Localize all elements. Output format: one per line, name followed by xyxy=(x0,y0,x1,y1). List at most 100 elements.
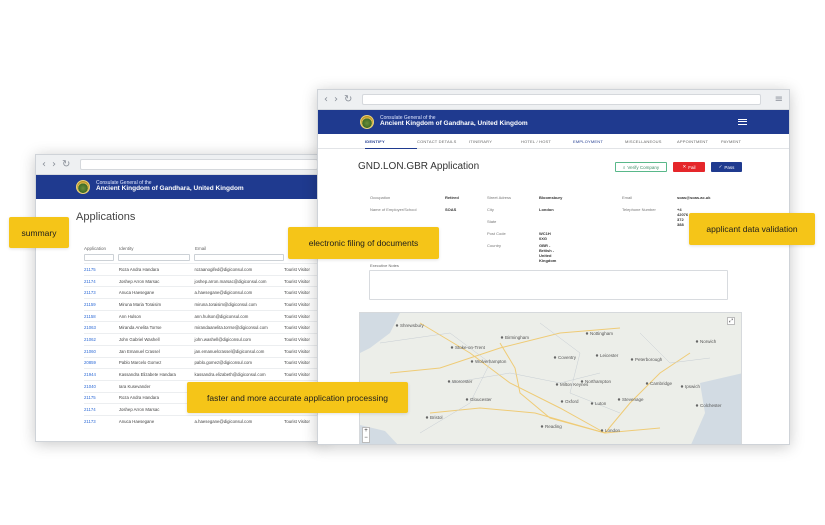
street-value: Bloomsbury xyxy=(539,195,563,200)
tab-contact-details[interactable]: CONTACT DETAILS xyxy=(417,139,469,144)
city-label: Stevenage xyxy=(622,397,644,402)
city-label: Milton Keynes xyxy=(560,382,589,387)
applicant-name: Iara Kusevander xyxy=(118,383,151,389)
application-id-link[interactable]: 21174 xyxy=(84,407,119,412)
table-row[interactable]: 21062 John Gabriel Washell john.washell@di… xyxy=(84,333,324,345)
table-row[interactable]: 20859 Pablo Marcelo Gomez pablo.gomez@digi… xyxy=(84,356,324,369)
table-row[interactable]: 21063 Miranda Anelita Torrse mirandaanelit… xyxy=(84,321,324,333)
back-icon[interactable]: ‹ xyxy=(324,94,328,105)
reload-icon[interactable]: ↻ xyxy=(62,159,70,170)
city-label: Nottingham xyxy=(590,331,613,336)
email-value: soas@soas.ac.uk xyxy=(677,195,711,200)
page-title: Applications xyxy=(76,211,136,223)
location-map[interactable]: Shrewsbury Stoke-on-Trent Birmingham Covent… xyxy=(359,312,742,444)
zoom-in-button[interactable]: + xyxy=(363,428,369,435)
applicant-email: john.washell@digiconsul.com xyxy=(194,336,251,342)
tab-hotel-host[interactable]: HOTEL / HOST xyxy=(521,139,573,144)
identity-filter-input[interactable] xyxy=(118,253,190,261)
table-row[interactable]: 21173 Anuca Haesegane a.haesegane@digicons… xyxy=(84,414,324,427)
close-icon: ✕ xyxy=(682,164,687,169)
tab-payment[interactable]: PAYMENT xyxy=(721,139,751,144)
processing-callout: faster and more accurate application pro… xyxy=(187,382,408,413)
forward-icon[interactable]: › xyxy=(52,159,56,170)
application-filter-input[interactable] xyxy=(84,253,114,261)
tab-identify[interactable]: IDENTIFY xyxy=(365,134,417,149)
application-id-link[interactable]: 21060 xyxy=(84,349,119,354)
table-row[interactable]: 21173 Anuca Haesegane a.haesegane@digicons… xyxy=(84,286,324,298)
application-id-link[interactable]: 21173 xyxy=(84,419,119,424)
city-label: Oxford xyxy=(565,399,579,404)
table-row[interactable]: 21174 Joshep Arron Marsac joshep.arron.mar… xyxy=(84,274,324,287)
summary-callout: summary xyxy=(9,217,69,248)
fail-button[interactable]: ✕ Fail xyxy=(673,162,705,172)
applicant-email: kassandra.elizabeth@digiconsul.com xyxy=(194,372,266,378)
tab-itinerary[interactable]: ITINERARY xyxy=(469,139,521,144)
table-row[interactable]: 21159 Miruna Maria Toraisim miruna.toraisi… xyxy=(84,298,324,310)
fullscreen-icon[interactable]: ⤢ xyxy=(727,317,735,325)
applicant-name: John Gabriel Washell xyxy=(118,336,160,342)
postcode-value: WC1H 0XG xyxy=(539,231,551,241)
zoom-out-button[interactable]: − xyxy=(363,435,369,442)
application-id-link[interactable]: 21062 xyxy=(84,337,119,342)
reload-icon[interactable]: ↻ xyxy=(344,94,352,105)
city-field: City London xyxy=(487,207,554,212)
filter-row xyxy=(36,251,324,263)
address-bar[interactable] xyxy=(362,94,761,105)
column-header-application: Application xyxy=(84,246,107,251)
street-label: Street Adress xyxy=(487,195,512,200)
city-label: Norwich xyxy=(700,339,717,344)
tab-appointment[interactable]: APPOINTMENT xyxy=(677,139,721,144)
consulate-logo-icon xyxy=(76,180,90,194)
applicant-name: Miranda Anelita Torrse xyxy=(118,325,162,331)
city-label: Northampton xyxy=(585,379,612,384)
forward-icon[interactable]: › xyxy=(334,94,338,105)
application-tabs: IDENTIFY CONTACT DETAILS ITINERARY HOTEL… xyxy=(318,134,789,149)
address-bar[interactable] xyxy=(80,159,318,170)
table-row[interactable]: 21944 Kassandra Elizabete Handara kassandr… xyxy=(84,368,324,380)
table-row[interactable]: 21158 Ann Hulson ann.hulson@digiconsul.com… xyxy=(84,309,324,322)
application-id-link[interactable]: 21063 xyxy=(84,325,119,330)
applicant-name: Miruna Maria Toraisim xyxy=(118,301,162,307)
application-id-link[interactable]: 21174 xyxy=(84,279,119,284)
browser-menu-icon[interactable]: ≡ xyxy=(775,94,783,105)
hamburger-menu-icon[interactable] xyxy=(738,119,747,125)
applicant-email: pablo.gomez@digiconsul.com xyxy=(194,360,252,366)
application-id-link[interactable]: 20859 xyxy=(84,360,119,365)
application-id-link[interactable]: 21173 xyxy=(84,290,119,295)
application-id-link[interactable]: 21158 xyxy=(84,314,119,319)
application-id-link[interactable]: 21175 xyxy=(84,267,119,272)
city-marker xyxy=(695,340,699,343)
application-id-link[interactable]: 21944 xyxy=(84,372,119,377)
pass-button[interactable]: ✓ Pass xyxy=(711,162,742,172)
filing-callout: electronic filing of documents xyxy=(288,227,439,259)
city-marker xyxy=(600,429,604,432)
tab-employment[interactable]: EMPLOYMENT xyxy=(573,139,625,144)
city-marker xyxy=(560,400,564,403)
country-label: Country xyxy=(487,243,502,248)
verify-company-button[interactable]: ⌕ Verify Company xyxy=(615,162,667,172)
back-icon[interactable]: ‹ xyxy=(42,159,46,170)
postcode-field: Post Code WC1H 0XG xyxy=(487,231,551,241)
table-row[interactable]: 21175 Roza Andra Handara rozaanogifed@digi… xyxy=(84,263,324,275)
applicant-name: Joshep Arron Marsac xyxy=(118,407,160,413)
applicant-name: Joshep Arron Marsac xyxy=(118,278,160,284)
applicant-name: Ann Hulson xyxy=(118,313,142,319)
application-id-link[interactable]: 21159 xyxy=(84,302,119,307)
postcode-label: Post Code xyxy=(487,231,506,236)
applicant-name: Anuca Haesegane xyxy=(118,290,155,296)
tab-miscellaneous[interactable]: MISCELLANEOUS xyxy=(625,139,677,144)
pass-label: Pass xyxy=(724,164,735,170)
application-id-link[interactable]: 21175 xyxy=(84,395,119,400)
application-id-link[interactable]: 21040 xyxy=(84,384,119,389)
executive-notes-label: Executive Notes xyxy=(370,263,399,268)
email-filter-input[interactable] xyxy=(194,253,284,261)
zoom-control[interactable]: + − xyxy=(362,427,370,443)
table-row[interactable]: 21060 Jan Emanuel Crassel jan.emanuelcrass… xyxy=(84,344,324,357)
executive-notes-textarea[interactable] xyxy=(369,270,728,300)
city-marker xyxy=(553,356,557,359)
applicant-name: Roza Andra Handara xyxy=(118,266,159,272)
applicant-email: joshep.arron.marsac@digiconsul.com xyxy=(194,278,267,284)
applicant-name: Kassandra Elizabete Handara xyxy=(118,372,176,378)
city-marker xyxy=(500,336,504,339)
street-field: Street Adress Bloomsbury xyxy=(487,195,562,200)
